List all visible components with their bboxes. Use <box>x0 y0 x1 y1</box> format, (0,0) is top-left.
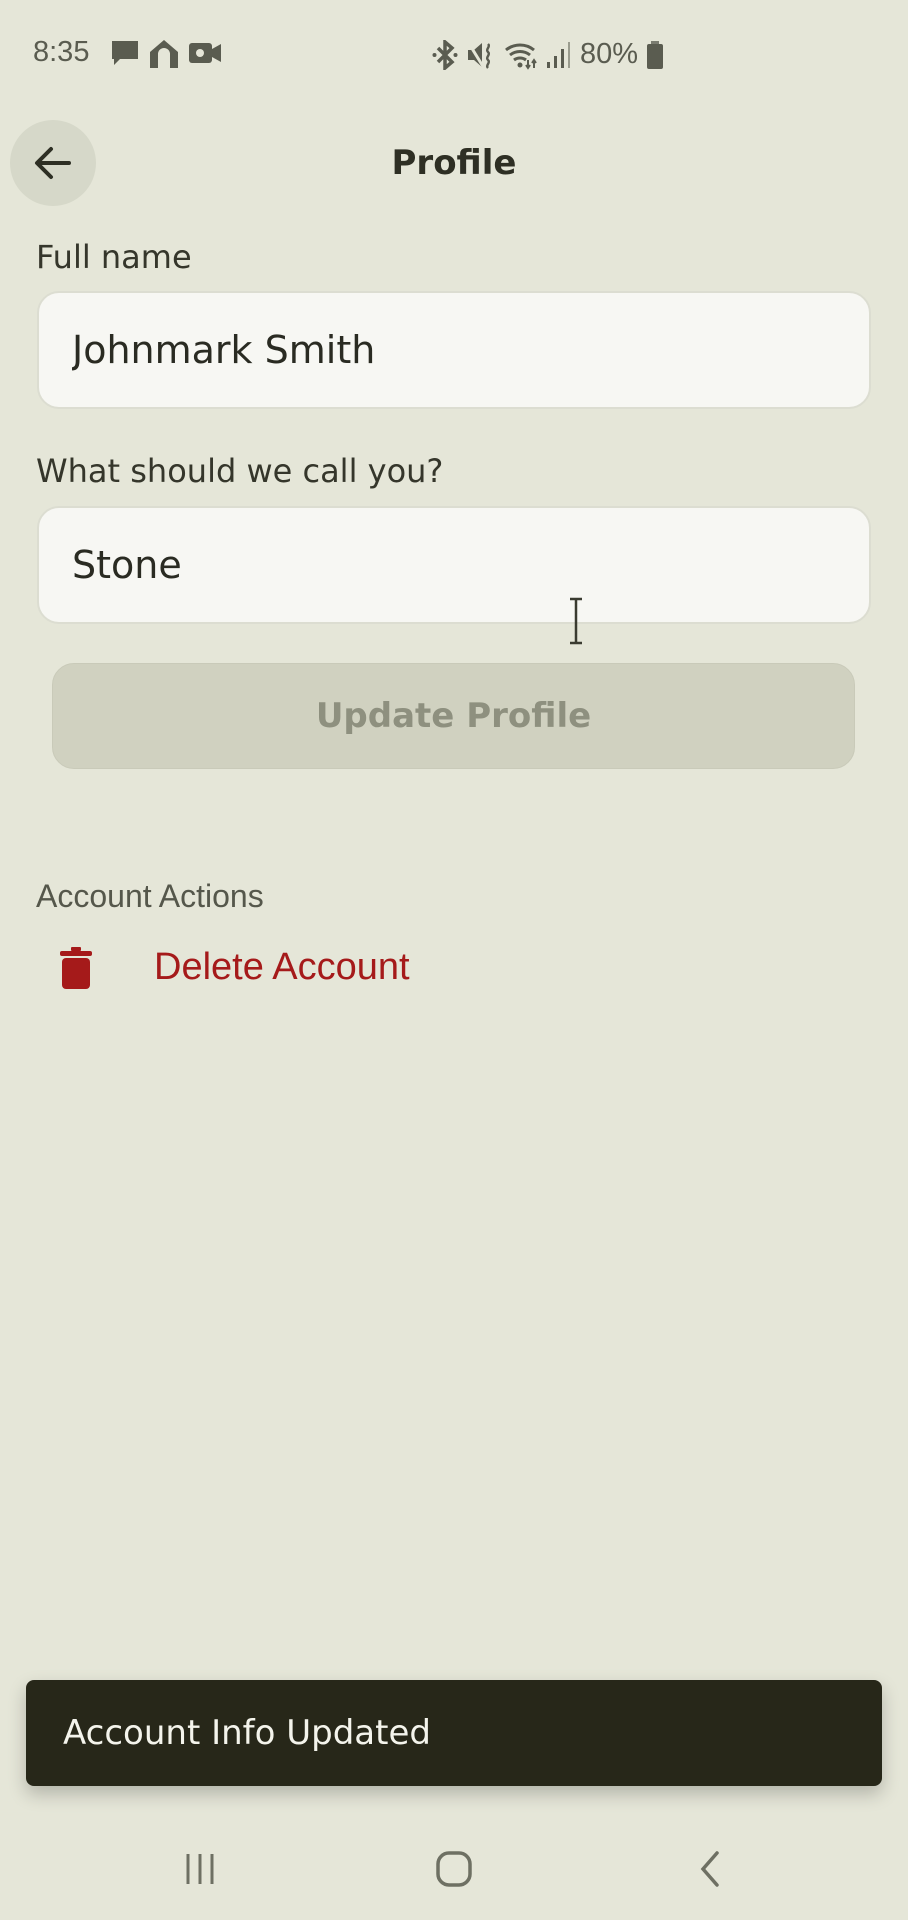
battery-icon <box>647 40 664 69</box>
update-profile-button[interactable]: Update Profile <box>52 663 855 769</box>
message-icon <box>112 41 138 65</box>
status-time: 8:35 <box>33 36 90 68</box>
toast-message: Account Info Updated <box>63 1713 431 1753</box>
full-name-input[interactable] <box>72 328 869 372</box>
delete-account-label: Delete Account <box>154 946 410 988</box>
signal-icon <box>547 41 570 68</box>
home-icon <box>150 40 178 68</box>
delete-account-button[interactable]: Delete Account <box>60 946 410 989</box>
nav-home-button[interactable] <box>424 1842 484 1896</box>
nickname-label: What should we call you? <box>36 452 444 490</box>
battery-percent: 80% <box>580 38 639 70</box>
bluetooth-icon <box>432 39 458 70</box>
notification-icons <box>110 38 222 68</box>
nickname-field[interactable] <box>37 506 871 624</box>
nickname-input[interactable] <box>72 543 869 587</box>
full-name-field[interactable] <box>37 291 871 409</box>
home-circle-icon <box>436 1851 472 1887</box>
video-icon <box>189 43 221 63</box>
snackbar-toast: Account Info Updated <box>26 1680 882 1786</box>
page-title: Profile <box>391 143 517 183</box>
full-name-label: Full name <box>36 238 192 276</box>
system-icons: 80% <box>432 38 664 71</box>
account-actions-heading: Account Actions <box>36 878 264 914</box>
nav-recents-button[interactable] <box>170 1842 230 1896</box>
mute-vibrate-icon <box>466 40 491 69</box>
text-cursor-icon <box>570 597 582 645</box>
back-chevron-icon <box>700 1851 719 1887</box>
recents-icon <box>186 1854 214 1884</box>
nav-back-button[interactable] <box>680 1842 740 1896</box>
wifi-icon <box>505 42 537 70</box>
trash-icon <box>60 946 92 989</box>
